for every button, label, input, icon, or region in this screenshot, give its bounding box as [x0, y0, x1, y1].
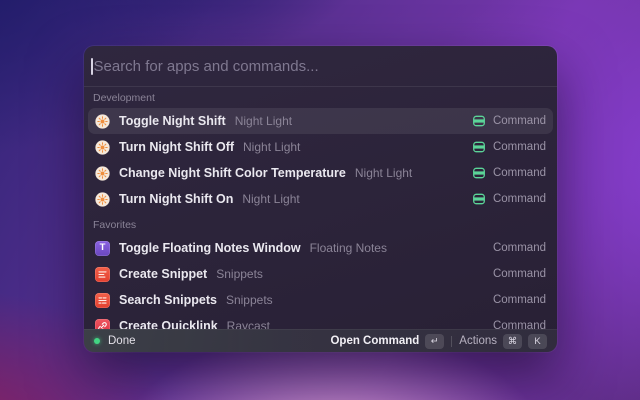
item-subtitle: Night Light — [242, 192, 299, 206]
item-title: Create Quicklink — [119, 319, 218, 329]
k-keycap: K — [528, 334, 547, 349]
item-title: Toggle Night Shift — [119, 114, 226, 128]
item-subtitle: Floating Notes — [310, 241, 387, 255]
item-title: Toggle Floating Notes Window — [119, 241, 301, 255]
snippets-icon — [95, 293, 110, 308]
item-type: Command — [493, 268, 546, 280]
item-type: Command — [493, 141, 546, 153]
section-header-development: Development — [88, 87, 553, 108]
return-keycap: ↵ — [425, 334, 444, 349]
item-subtitle: Snippets — [216, 267, 263, 281]
menubar-command-icon — [472, 114, 486, 128]
list-item-toggle-floating-notes-window[interactable]: T Toggle Floating Notes Window Floating … — [88, 235, 553, 261]
floating-notes-glyph: T — [95, 241, 110, 256]
text-caret — [91, 58, 93, 75]
night-light-icon — [95, 140, 110, 155]
snippets-icon — [95, 267, 110, 282]
floating-notes-icon: T — [95, 241, 110, 256]
list-item-search-snippets[interactable]: Search Snippets Snippets Command — [88, 287, 553, 313]
command-keycap: ⌘ — [503, 334, 522, 349]
search-bar — [84, 46, 557, 87]
item-subtitle: Raycast — [227, 319, 270, 329]
item-title: Create Snippet — [119, 267, 207, 281]
footer-divider — [451, 336, 452, 347]
actions-button[interactable]: Actions ⌘ K — [459, 334, 547, 349]
item-title: Search Snippets — [119, 293, 217, 307]
item-subtitle: Snippets — [226, 293, 273, 307]
item-subtitle: Night Light — [355, 166, 412, 180]
list-item-toggle-night-shift[interactable]: Toggle Night Shift Night Light Command — [88, 108, 553, 134]
item-type: Command — [493, 115, 546, 127]
list-item-turn-night-shift-off[interactable]: Turn Night Shift Off Night Light Command — [88, 134, 553, 160]
list-item-create-quicklink[interactable]: Create Quicklink Raycast Command — [88, 313, 553, 329]
status-dot-icon — [94, 338, 100, 344]
list-item-turn-night-shift-on[interactable]: Turn Night Shift On Night Light Command — [88, 186, 553, 212]
launcher-window: Development Toggle Night Shift Night Lig… — [84, 46, 557, 352]
item-type: Command — [493, 242, 546, 254]
actions-label: Actions — [459, 335, 497, 347]
night-light-icon — [95, 166, 110, 181]
quicklink-icon — [95, 319, 110, 330]
item-type: Command — [493, 167, 546, 179]
item-subtitle: Night Light — [235, 114, 292, 128]
open-command-label: Open Command — [330, 335, 419, 347]
night-light-icon — [95, 192, 110, 207]
results-list: Development Toggle Night Shift Night Lig… — [84, 87, 557, 329]
item-type: Command — [493, 193, 546, 205]
item-title: Change Night Shift Color Temperature — [119, 166, 346, 180]
footer-actions: Open Command ↵ Actions ⌘ K — [330, 334, 547, 349]
menubar-command-icon — [472, 192, 486, 206]
search-input[interactable] — [94, 58, 551, 75]
list-item-change-night-shift-color-temperature[interactable]: Change Night Shift Color Temperature Nig… — [88, 160, 553, 186]
item-type: Command — [493, 294, 546, 306]
open-command-button[interactable]: Open Command ↵ — [330, 334, 444, 349]
desktop-background: Development Toggle Night Shift Night Lig… — [0, 0, 640, 400]
item-type: Command — [493, 320, 546, 329]
night-light-icon — [95, 114, 110, 129]
menubar-command-icon — [472, 166, 486, 180]
section-header-favorites: Favorites — [88, 212, 553, 235]
item-subtitle: Night Light — [243, 140, 300, 154]
item-title: Turn Night Shift On — [119, 192, 233, 206]
list-item-create-snippet[interactable]: Create Snippet Snippets Command — [88, 261, 553, 287]
status-label: Done — [108, 335, 136, 347]
menubar-command-icon — [472, 140, 486, 154]
status-bar: Done Open Command ↵ Actions ⌘ K — [84, 329, 557, 352]
item-title: Turn Night Shift Off — [119, 140, 234, 154]
